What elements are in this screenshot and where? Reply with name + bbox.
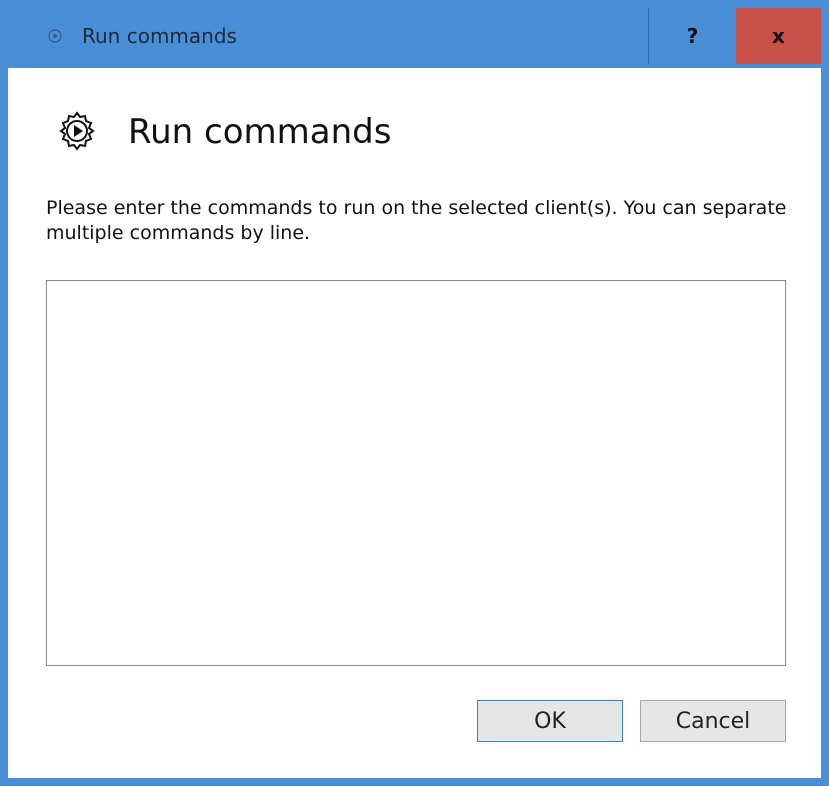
help-button[interactable]: ? bbox=[648, 8, 736, 64]
window-title: Run commands bbox=[82, 24, 237, 48]
play-gear-icon bbox=[48, 29, 62, 43]
dialog-heading: Run commands bbox=[128, 112, 392, 152]
cancel-button[interactable]: Cancel bbox=[640, 700, 786, 742]
play-gear-icon bbox=[59, 111, 95, 151]
dialog-description: Please enter the commands to run on the … bbox=[46, 197, 787, 244]
close-button[interactable]: x bbox=[736, 8, 821, 64]
ok-button[interactable]: OK bbox=[477, 700, 623, 742]
title-bar[interactable]: Run commands ? x bbox=[8, 0, 821, 68]
commands-input[interactable] bbox=[46, 280, 786, 666]
